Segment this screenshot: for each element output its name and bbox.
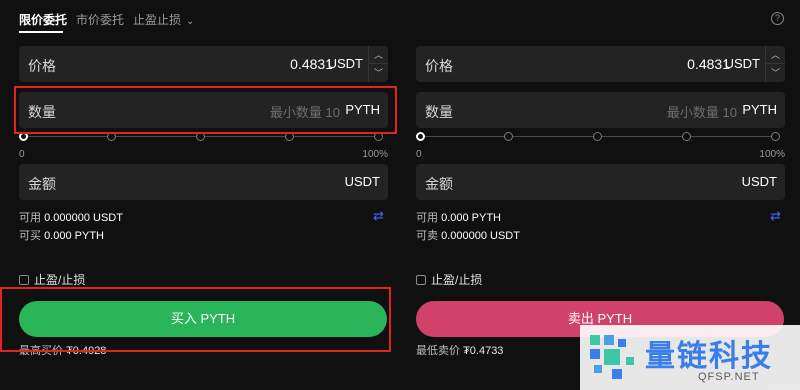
- sell-price-input[interactable]: 价格 0.4831 USDT ︿ ﹀: [416, 46, 785, 82]
- can-sell-label: 可卖: [416, 230, 438, 242]
- slider-mark-100[interactable]: [771, 132, 780, 141]
- sell-quantity-placeholder: 最小数量 10: [666, 105, 737, 120]
- checkbox-icon: [19, 275, 29, 285]
- chevron-down-icon: ⌄: [186, 16, 195, 27]
- slider-handle[interactable]: [416, 132, 425, 141]
- buy-slider-labels: 0 100%: [19, 149, 388, 160]
- tab-limit-order[interactable]: 限价委托: [19, 11, 67, 28]
- transfer-icon[interactable]: ⇄: [770, 208, 781, 224]
- sell-quantity-input[interactable]: 数量 最小数量 10 PYTH: [416, 92, 785, 128]
- sell-quantity-unit: PYTH: [742, 102, 777, 117]
- sell-tpsl-checkbox[interactable]: 止盈/止损: [416, 271, 482, 288]
- highlight-box-quantity: [14, 86, 397, 134]
- buy-max: 可买 0.000 PYTH: [19, 227, 104, 243]
- slider-mark-25[interactable]: [504, 132, 513, 141]
- sell-price-value: 0.4831: [687, 56, 730, 72]
- sell-max: 可卖 0.000000 USDT: [416, 227, 520, 243]
- slider-mark-75[interactable]: [682, 132, 691, 141]
- can-buy-value: 0.000 PYTH: [44, 230, 104, 242]
- buy-price-input[interactable]: 价格 0.4831 USDT ︿ ﹀: [19, 46, 388, 82]
- sell-available: 可用 0.000 PYTH: [416, 209, 501, 225]
- question-circle-icon[interactable]: ?: [771, 12, 784, 25]
- sell-slider-labels: 0 100%: [416, 149, 785, 160]
- watermark-subtext: QFSP.NET: [698, 371, 760, 383]
- tab-market-order[interactable]: 市价委托: [76, 11, 124, 28]
- watermark-text: 量链科技: [645, 340, 773, 373]
- order-type-tabs: 限价委托 市价委托 止盈止损 ⌄ ?: [19, 0, 784, 36]
- watermark: 量链科技 QFSP.NET: [580, 325, 800, 390]
- chevron-down-icon[interactable]: ﹀: [766, 64, 785, 82]
- sell-best-price: 最低卖价 ₮0.4733: [416, 342, 503, 358]
- buy-tpsl-checkbox[interactable]: 止盈/止损: [19, 271, 85, 288]
- sell-amount-label: 金额: [425, 176, 453, 192]
- can-buy-label: 可买: [19, 230, 41, 242]
- tab-tp-sl-label: 止盈止损: [133, 13, 182, 27]
- highlight-box-buy-button: [0, 287, 391, 352]
- transfer-icon[interactable]: ⇄: [373, 208, 384, 224]
- sell-amount-input[interactable]: 金额 USDT: [416, 164, 785, 200]
- buy-price-unit: USDT: [327, 56, 363, 71]
- available-value: 0.000000 USDT: [44, 212, 123, 224]
- sell-tpsl-label: 止盈/止损: [431, 273, 483, 287]
- buy-price-stepper: ︿ ﹀: [368, 46, 388, 82]
- best-ask-label: 最低卖价: [416, 345, 460, 357]
- buy-amount-input[interactable]: 金额 USDT: [19, 164, 388, 200]
- available-label: 可用: [416, 212, 438, 224]
- sell-price-unit: USDT: [724, 56, 760, 71]
- watermark-logo-icon: [590, 335, 634, 379]
- slider-min-label: 0: [19, 149, 25, 160]
- slider-min-label: 0: [416, 149, 422, 160]
- sell-quantity-slider[interactable]: [416, 132, 780, 142]
- buy-price-label: 价格: [28, 58, 56, 74]
- buy-amount-unit: USDT: [344, 174, 380, 189]
- active-tab-indicator: [19, 31, 63, 33]
- available-label: 可用: [19, 212, 41, 224]
- chevron-up-icon[interactable]: ︿: [369, 46, 388, 64]
- slider-max-label: 100%: [759, 149, 785, 160]
- available-value: 0.000 PYTH: [441, 212, 501, 224]
- sell-quantity-label: 数量: [425, 104, 453, 120]
- sell-price-stepper: ︿ ﹀: [765, 46, 785, 82]
- buy-available: 可用 0.000000 USDT: [19, 209, 123, 225]
- chevron-down-icon[interactable]: ﹀: [369, 64, 388, 82]
- buy-amount-label: 金额: [28, 176, 56, 192]
- buy-tpsl-label: 止盈/止损: [34, 273, 86, 287]
- sell-price-label: 价格: [425, 58, 453, 74]
- can-sell-value: 0.000000 USDT: [441, 230, 520, 242]
- chevron-up-icon[interactable]: ︿: [766, 46, 785, 64]
- slider-mark-50[interactable]: [593, 132, 602, 141]
- tab-tp-sl[interactable]: 止盈止损 ⌄: [133, 11, 194, 28]
- sell-amount-unit: USDT: [741, 174, 777, 189]
- checkbox-icon: [416, 275, 426, 285]
- slider-max-label: 100%: [362, 149, 388, 160]
- best-ask-value: ₮0.4733: [463, 345, 504, 357]
- buy-price-value: 0.4831: [290, 56, 333, 72]
